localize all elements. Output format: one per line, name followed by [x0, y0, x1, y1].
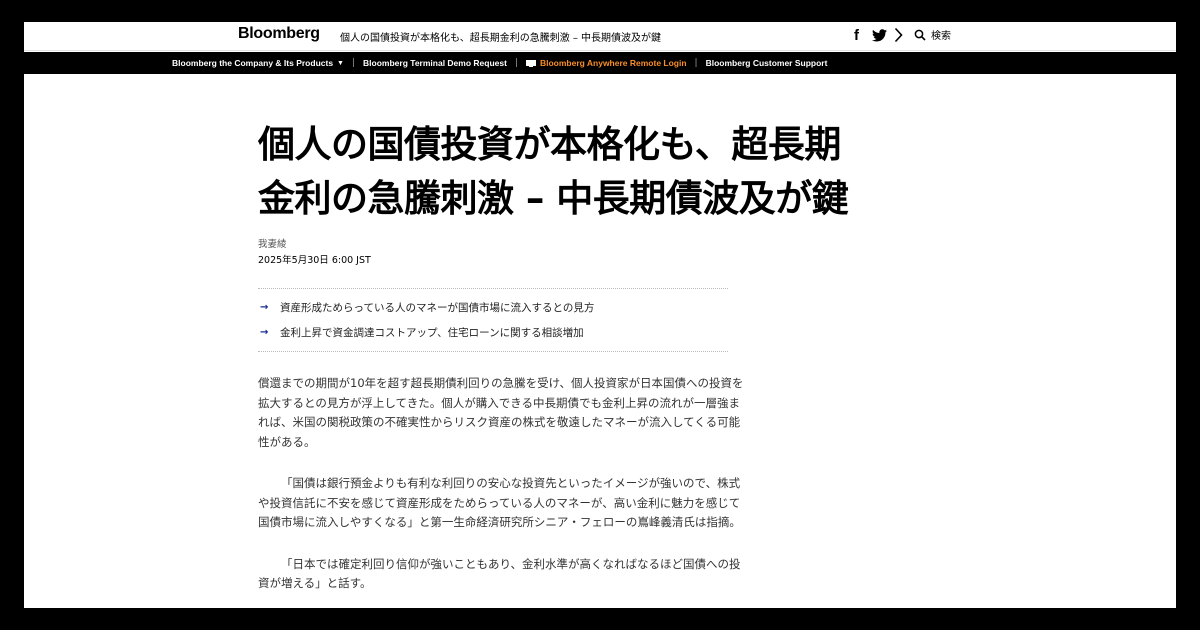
- summary-item: → 金利上昇で資金調達コストアップ、住宅ローンに関する相談増加: [258, 320, 728, 345]
- article-title-line-1: 個人の国債投資が本格化も、超長期: [258, 123, 841, 166]
- article-title: 個人の国債投資が本格化も、超長期 金利の急騰刺激 – 中長期債波及が鍵: [258, 118, 898, 226]
- header-headline: 個人の国債投資が本格化も、超長期金利の急騰刺激 – 中長期債波及が鍵: [340, 33, 662, 44]
- summary-text: 資産形成ためらっている人のマネーが国債市場に流入するとの見方: [280, 302, 595, 314]
- search-button[interactable]: 検索: [914, 27, 951, 42]
- article-body: 償還までの期間が10年を超す超長期債利回りの急騰を受け、個人投資家が日本国債への…: [258, 374, 748, 608]
- nav-anywhere-login-label: Bloomberg Anywhere Remote Login: [539, 58, 687, 68]
- summary-bullets: → 資産形成ためらっている人のマネーが国債市場に流入するとの見方 → 金利上昇で…: [258, 288, 728, 352]
- nav-customer-support[interactable]: Bloomberg Customer Support: [706, 58, 828, 68]
- site-header: Bloomberg 個人の国債投資が本格化も、超長期金利の急騰刺激 – 中長期債…: [24, 22, 1176, 51]
- facebook-share-icon[interactable]: f: [854, 26, 859, 44]
- summary-item: → 資産形成ためらっている人のマネーが国債市場に流入するとの見方: [258, 295, 728, 320]
- article: 個人の国債投資が本格化も、超長期 金利の急騰刺激 – 中長期債波及が鍵 我妻綾 …: [258, 118, 898, 590]
- monitor-icon: [525, 59, 536, 67]
- chevron-right-icon[interactable]: [894, 26, 903, 44]
- arrow-right-icon: →: [260, 302, 269, 313]
- body-paragraph: 償還までの期間が10年を超す超長期債利回りの急騰を受け、個人投資家が日本国債への…: [258, 376, 744, 449]
- bloomberg-logo[interactable]: Bloomberg: [238, 25, 320, 43]
- article-title-line-2: 金利の急騰刺激 – 中長期債波及が鍵: [258, 177, 849, 220]
- nav-terminal-demo[interactable]: Bloomberg Terminal Demo Request: [363, 58, 507, 68]
- nav-company-products[interactable]: Bloomberg the Company & Its Products ▼: [172, 58, 344, 68]
- publish-date: 2025年5月30日 6:00 JST: [258, 255, 371, 266]
- arrow-right-icon: →: [260, 327, 269, 338]
- twitter-share-icon[interactable]: [872, 26, 887, 44]
- corporate-nav-bar: Bloomberg the Company & Its Products ▼ |…: [24, 52, 1176, 74]
- nav-company-products-label: Bloomberg the Company & Its Products: [172, 58, 334, 68]
- browser-page: Bloomberg 個人の国債投資が本格化も、超長期金利の急騰刺激 – 中長期債…: [24, 22, 1176, 608]
- search-label: 検索: [931, 31, 951, 42]
- caret-down-icon: ▼: [337, 59, 344, 67]
- nav-anywhere-login[interactable]: Bloomberg Anywhere Remote Login: [525, 58, 687, 68]
- summary-text: 金利上昇で資金調達コストアップ、住宅ローンに関する相談増加: [280, 327, 584, 339]
- author-link[interactable]: 我妻綾: [258, 236, 287, 250]
- nav-divider: |: [694, 58, 698, 68]
- search-icon: [914, 29, 926, 41]
- body-paragraph: 「日本では確定利回り信仰が強いこともあり、金利水準が高くなればなるほど国債への投…: [258, 556, 741, 591]
- nav-divider: |: [514, 58, 518, 68]
- body-paragraph: 「国債は銀行預金よりも有利な利回りの安心な投資先といったイメージが強いので、株式…: [258, 476, 741, 529]
- nav-divider: |: [351, 58, 356, 68]
